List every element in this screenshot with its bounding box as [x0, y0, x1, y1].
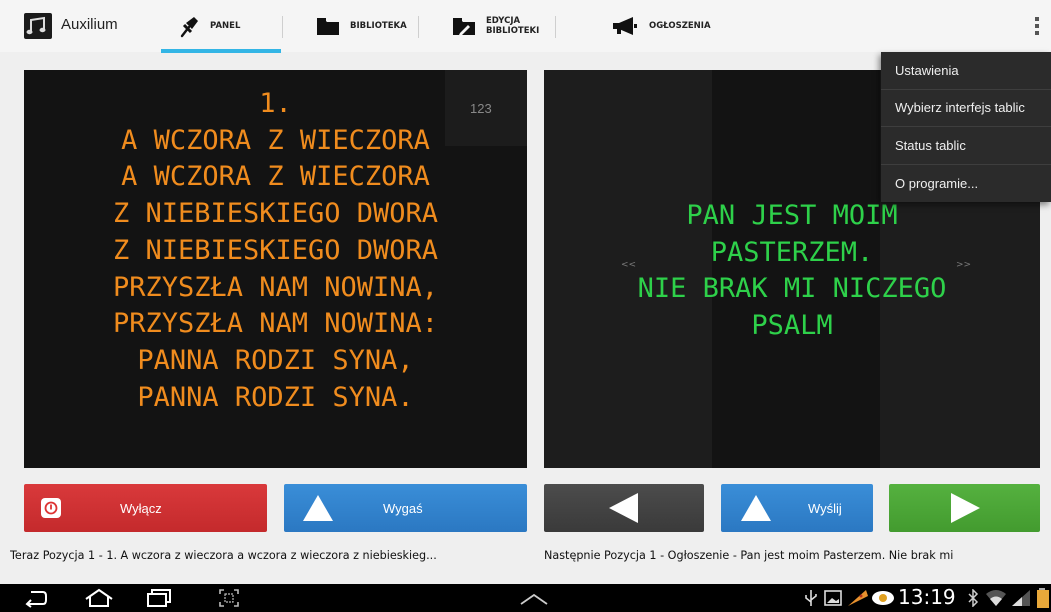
- fade-label: Wygaś: [383, 500, 423, 516]
- tab-label: BIBLIOTEKA: [350, 21, 407, 31]
- home-icon[interactable]: [84, 588, 114, 608]
- image-icon: [824, 590, 842, 606]
- tab-edycja-biblioteki[interactable]: EDYCJA BIBLIOTEKI: [452, 0, 539, 52]
- tab-label: PANEL: [210, 21, 241, 31]
- clock: 13:19: [898, 585, 956, 609]
- overflow-menu: Ustawienia Wybierz interfejs tablic Stat…: [881, 52, 1051, 202]
- menu-item-settings[interactable]: Ustawienia: [881, 52, 1051, 90]
- send-label: Wyślij: [808, 500, 842, 516]
- next-board-text: PAN JEST MOIM PASTERZEM. NIE BRAK MI NIC…: [637, 200, 947, 342]
- eye-icon: [872, 591, 894, 605]
- turn-off-button[interactable]: Wyłącz: [24, 484, 267, 532]
- overflow-dot: [1035, 17, 1039, 21]
- previous-button[interactable]: [544, 484, 704, 532]
- tab-ogloszenia[interactable]: OGŁOSZENIA: [611, 0, 711, 52]
- power-icon: [41, 498, 61, 518]
- current-board-preview: 123 1. A WCZORA Z WIECZORA A WCZORA Z WI…: [24, 70, 527, 468]
- tab-label: OGŁOSZENIA: [649, 21, 711, 31]
- screenshot-icon[interactable]: [218, 588, 240, 608]
- menu-item-board-status[interactable]: Status tablic: [881, 127, 1051, 165]
- usb-icon: [805, 590, 817, 606]
- wifi-icon: [986, 590, 1006, 606]
- overflow-menu-button[interactable]: [1031, 14, 1043, 38]
- tab-divider: [418, 16, 419, 38]
- status-now: Teraz Pozycja 1 - 1. A wczora z wieczora…: [10, 549, 437, 562]
- fade-button[interactable]: Wygaś: [284, 484, 527, 532]
- current-board-text: 1. A WCZORA Z WIECZORA A WCZORA Z WIECZO…: [112, 88, 439, 413]
- tab-biblioteka[interactable]: BIBLIOTEKA: [316, 0, 407, 52]
- back-icon[interactable]: [24, 588, 48, 608]
- next-button[interactable]: [889, 484, 1040, 532]
- tab-divider: [555, 16, 556, 38]
- app-title: Auxilium: [61, 16, 118, 33]
- overflow-dot: [1035, 24, 1039, 28]
- bluetooth-icon: [968, 589, 979, 607]
- action-bar: Auxilium PANEL BIBLIOTEKA EDYCJA BIBLIOT…: [0, 0, 1051, 53]
- recent-apps-icon[interactable]: [146, 588, 172, 608]
- tab-divider: [282, 16, 283, 38]
- chevron-up-icon[interactable]: [519, 592, 549, 606]
- triangle-up-icon: [303, 495, 333, 521]
- pin-icon: [178, 14, 200, 38]
- system-navigation-bar: 13:19: [0, 584, 1051, 612]
- signal-icon: [1012, 590, 1030, 606]
- menu-item-about[interactable]: O programie...: [881, 165, 1051, 203]
- app-logo-icon[interactable]: [24, 13, 52, 39]
- folder-edit-icon: [452, 16, 476, 36]
- menu-item-choose-board-interface[interactable]: Wybierz interfejs tablic: [881, 90, 1051, 127]
- megaphone-icon: [611, 16, 639, 36]
- folder-icon: [316, 16, 340, 36]
- tab-selected-indicator: [161, 49, 281, 53]
- pizza-icon: [848, 590, 868, 606]
- arrow-left-icon: [609, 493, 638, 523]
- overflow-dot: [1035, 31, 1039, 35]
- send-button[interactable]: Wyślij: [721, 484, 873, 532]
- triangle-up-icon: [741, 495, 771, 521]
- arrow-right-icon: [950, 493, 980, 523]
- turn-off-label: Wyłącz: [120, 500, 162, 516]
- status-next: Następnie Pozycja 1 - Ogłoszenie - Pan j…: [544, 549, 954, 562]
- battery-icon: [1037, 588, 1049, 608]
- tab-panel[interactable]: PANEL: [178, 0, 240, 52]
- tab-label: EDYCJA BIBLIOTEKI: [486, 16, 540, 36]
